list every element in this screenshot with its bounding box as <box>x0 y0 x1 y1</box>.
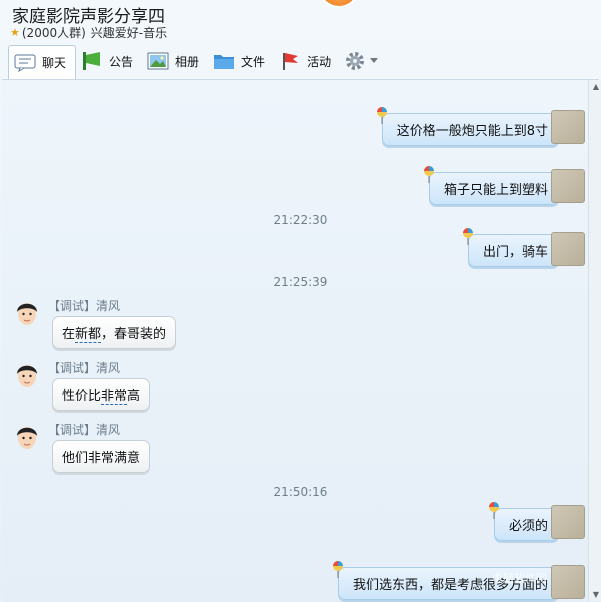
avatar[interactable] <box>14 299 40 329</box>
message-self: 必须的 <box>488 502 566 541</box>
message-bubble[interactable]: 他们非常满意 <box>52 440 151 473</box>
tab-notice-label: 公告 <box>109 54 134 69</box>
message-bubble[interactable]: 出门，骑车 <box>462 228 566 267</box>
message-bubble[interactable]: 箱子只能上到塑料 <box>423 166 566 205</box>
balloon-icon <box>376 107 387 124</box>
message-self: 出门，骑车 <box>462 228 566 267</box>
message-text: 箱子只能上到塑料 <box>443 183 548 198</box>
member-count: (2000人群) <box>21 26 86 40</box>
message-text-link[interactable]: 新都 <box>75 327 102 343</box>
settings-menu[interactable] <box>340 50 379 72</box>
tab-files[interactable]: 文件 <box>208 45 274 77</box>
tab-activity-label: 活动 <box>307 54 332 69</box>
balloon-icon <box>462 228 473 245</box>
avatar[interactable] <box>551 110 585 144</box>
avatar[interactable] <box>14 423 40 453</box>
avatar[interactable] <box>551 505 585 539</box>
flag-icon <box>283 53 299 70</box>
tab-notice[interactable]: 公告 <box>76 45 142 77</box>
message-text: 性价比非常高 <box>62 389 141 405</box>
avatar[interactable] <box>551 169 585 203</box>
message-bubble[interactable]: 必须的 <box>488 502 566 541</box>
tab-chat[interactable]: 聊天 <box>8 44 77 80</box>
tab-album[interactable]: 相册 <box>142 45 208 77</box>
sender-name[interactable]: 【调试】清风 <box>48 359 120 376</box>
balloon-icon <box>423 166 434 183</box>
star-icon: ★ <box>10 26 20 39</box>
timestamp: 21:50:16 <box>273 485 328 499</box>
scroll-down-icon[interactable]: ▼ <box>593 590 599 599</box>
scrollbar[interactable]: ▲ ▼ <box>588 80 601 601</box>
tab-files-label: 文件 <box>241 54 266 69</box>
watermark: 电脑软件网 <box>492 572 547 585</box>
message-text-link[interactable]: 非常 <box>101 389 128 405</box>
message-bubble[interactable]: 性价比非常高 <box>52 378 151 411</box>
sender-name[interactable]: 【调试】清风 <box>48 297 120 314</box>
avatar[interactable] <box>14 361 40 391</box>
message-text: 这价格一般炮只能上到8寸 <box>396 124 548 139</box>
balloon-icon <box>332 561 343 578</box>
toolbar: 聊天 公告 相册 文件 活动 <box>8 44 379 80</box>
folder-icon <box>214 55 235 69</box>
chevron-down-icon <box>370 58 379 63</box>
message-text: 在新都，春哥装的 <box>62 327 167 343</box>
megaphone-icon <box>83 52 101 70</box>
timestamp: 21:22:30 <box>273 213 328 227</box>
group-info: ★ (2000人群) 兴趣爱好-音乐 <box>10 24 167 41</box>
sender-name[interactable]: 【调试】清风 <box>48 421 120 438</box>
tab-album-label: 相册 <box>175 54 200 69</box>
timestamp: 21:25:39 <box>273 275 328 289</box>
message-bubble[interactable]: 这价格一般炮只能上到8寸 <box>376 107 566 146</box>
message-self: 箱子只能上到塑料 <box>423 166 566 205</box>
message-text: 他们非常满意 <box>62 451 141 466</box>
message-text: 出门，骑车 <box>482 245 548 260</box>
notification-orb-icon[interactable] <box>318 0 360 8</box>
photo-icon <box>147 52 169 70</box>
group-category[interactable]: 兴趣爱好-音乐 <box>91 24 167 41</box>
message-text: 必须的 <box>508 519 548 534</box>
chat-icon <box>14 54 36 72</box>
tab-chat-label: 聊天 <box>42 56 67 70</box>
avatar[interactable] <box>551 232 585 266</box>
message-area[interactable]: 这价格一般炮只能上到8寸 箱子只能上到塑料 21:22:30 出门，骑车 21:… <box>2 79 599 602</box>
balloon-icon <box>488 502 499 519</box>
message-bubble[interactable]: 在新都，春哥装的 <box>52 316 177 349</box>
message-self: 这价格一般炮只能上到8寸 <box>376 107 566 146</box>
chat-window: 家庭影院声影分享四 ★ (2000人群) 兴趣爱好-音乐 聊天 公告 相册 文件… <box>0 0 601 602</box>
scroll-up-icon[interactable]: ▲ <box>593 82 599 91</box>
tab-activity[interactable]: 活动 <box>274 45 340 77</box>
gear-icon <box>346 52 365 70</box>
avatar[interactable] <box>551 565 585 599</box>
